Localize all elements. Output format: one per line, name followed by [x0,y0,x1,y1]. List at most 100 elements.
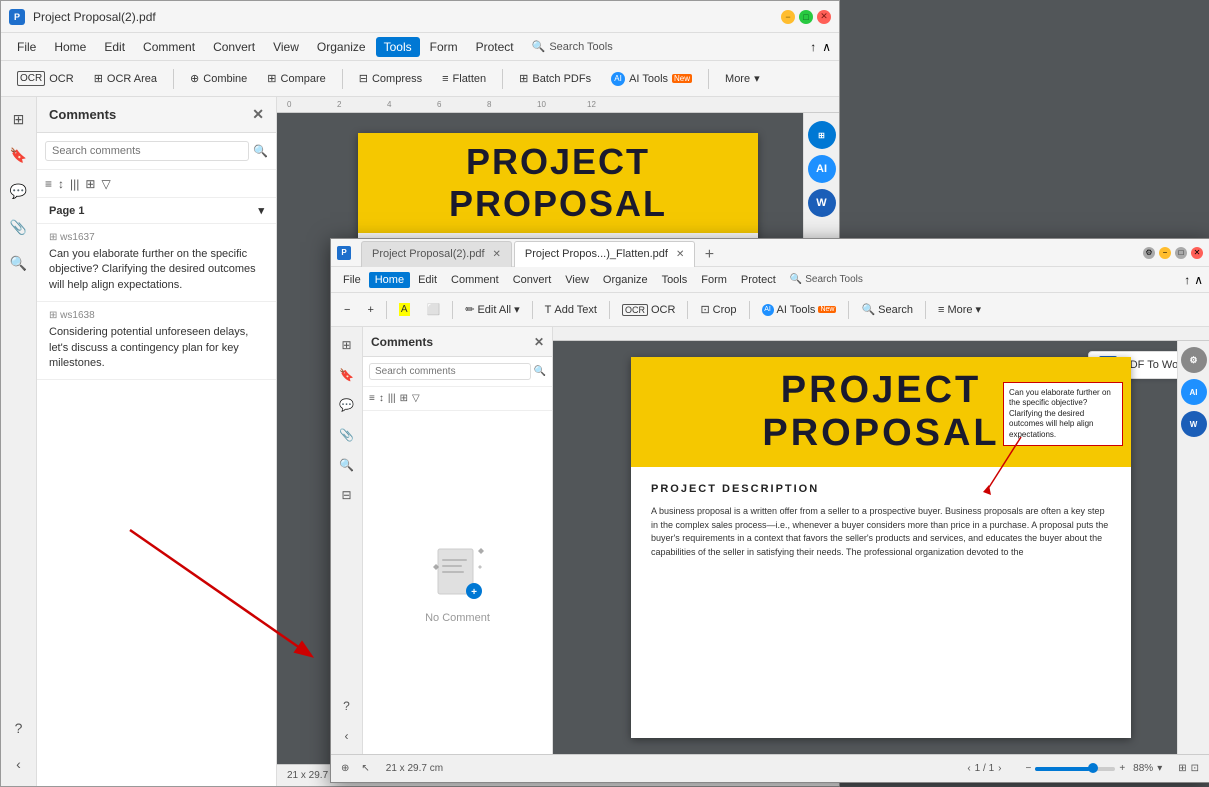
menu-edit[interactable]: Edit [96,37,133,57]
front-comments-close[interactable]: ✕ [534,335,544,349]
highlight-button[interactable]: A [392,301,417,318]
chevron-up-icon[interactable]: ∧ [822,40,831,54]
prev-page-button[interactable]: ‹ [967,763,970,774]
comments-close-button[interactable]: ✕ [252,106,264,123]
front-sidebar-thumb[interactable]: ⊞ [335,333,359,357]
menu-form[interactable]: Form [422,37,466,57]
maximize-button[interactable]: □ [799,10,813,24]
menu-organize[interactable]: Organize [309,37,374,57]
front-menu-file[interactable]: File [337,272,367,288]
zoom-decrease-button[interactable]: − [1025,763,1031,774]
minimize-button[interactable]: − [781,10,795,24]
front-tab-2-close[interactable]: ✕ [676,249,684,260]
front-search-comments-icon[interactable]: 🔍 [534,366,546,377]
front-chevron-up-icon[interactable]: ∧ [1194,273,1203,287]
front-menu-protect[interactable]: Protect [735,272,782,288]
front-menu-tools[interactable]: Tools [656,272,694,288]
back-ai-icon[interactable]: AI [808,155,836,183]
front-ocr-button[interactable]: OCR OCR [615,302,682,318]
sidebar-thumbnail-icon[interactable]: ⊞ [5,105,33,133]
ocr-button[interactable]: OCR OCR [9,68,82,89]
front-sort-icon[interactable]: ≡ [369,393,375,404]
shape-button[interactable]: ⬜ [420,301,448,318]
front-settings-icon[interactable]: ⚙ [1143,247,1155,259]
front-sidebar-bookmark[interactable]: 🔖 [335,363,359,387]
close-button[interactable]: ✕ [817,10,831,24]
back-ms-icon[interactable]: W [808,189,836,217]
front-menu-edit[interactable]: Edit [412,272,443,288]
front-more-button[interactable]: ≡ More ▾ [931,301,988,318]
compare-button[interactable]: ⊞ Compare [259,69,333,88]
tab-add-button[interactable]: + [697,243,721,267]
filter-icon[interactable]: ▽ [101,177,110,191]
front-tab-2[interactable]: Project Propos...)_Flatten.pdf ✕ [514,241,695,267]
front-menu-comment[interactable]: Comment [445,272,505,288]
zoom-slider[interactable] [1035,767,1115,771]
front-crop-button[interactable]: ⊡ Crop [693,301,743,318]
front-right-word-icon[interactable]: W [1181,411,1207,437]
flatten-button[interactable]: ≡ Flatten [434,70,494,88]
more-button[interactable]: More ▾ [717,69,768,88]
front-sidebar-help[interactable]: ? [335,694,359,718]
menu-comment[interactable]: Comment [135,37,203,57]
expand-icon[interactable]: ⊞ [85,177,95,191]
front-menu-form[interactable]: Form [695,272,733,288]
comments-search-input[interactable] [45,141,249,161]
front-upload-icon[interactable]: ↑ [1184,273,1190,287]
fit-page-button[interactable]: ⊞ [1178,763,1186,774]
sidebar-nav-left-icon[interactable]: ‹ [5,750,33,778]
back-right-icon-1[interactable]: ⊞ [808,121,836,149]
front-expand-icon[interactable]: ⊞ [400,393,408,404]
comments-search-icon[interactable]: 🔍 [253,144,268,158]
zoom-dropdown[interactable]: ▾ [1157,763,1162,774]
front-menu-view[interactable]: View [559,272,595,288]
front-ai-tools-button[interactable]: AI AI Tools New [755,302,844,318]
front-sort-az-icon[interactable]: ↕ [379,393,384,404]
edit-all-button[interactable]: ✏ Edit All ▾ [458,301,526,318]
menu-file[interactable]: File [9,37,44,57]
front-restore-button[interactable]: □ [1175,247,1187,259]
front-right-ai-icon[interactable]: AI [1181,379,1207,405]
sidebar-bookmark-icon[interactable]: 🔖 [5,141,33,169]
front-close-button[interactable]: ✕ [1191,247,1203,259]
sidebar-help-icon[interactable]: ? [5,714,33,742]
front-menu-convert[interactable]: Convert [507,272,558,288]
sort-icon[interactable]: ≡ [45,177,52,191]
front-tab-1[interactable]: Project Proposal(2).pdf ✕ [361,241,512,267]
front-right-settings-icon[interactable]: ⚙ [1181,347,1207,373]
menu-tools[interactable]: Tools [376,37,420,57]
front-view-mode-icon[interactable]: ||| [388,393,396,404]
next-page-button[interactable]: › [998,763,1001,774]
ai-tools-button[interactable]: AI AI Tools New [603,69,700,89]
sidebar-search-icon[interactable]: 🔍 [5,249,33,277]
upload-icon[interactable]: ↑ [810,40,816,54]
search-tools-btn[interactable]: 🔍 Search Tools [532,40,613,53]
front-sidebar-nav[interactable]: ‹ [335,724,359,748]
front-search-tools[interactable]: 🔍 Search Tools [790,274,863,285]
front-search-button[interactable]: 🔍 Search [854,301,920,318]
menu-convert[interactable]: Convert [205,37,263,57]
menu-protect[interactable]: Protect [468,37,522,57]
compress-button[interactable]: ⊟ Compress [351,69,430,88]
combine-button[interactable]: ⊕ Combine [182,69,255,88]
zoom-out-button[interactable]: − [337,302,357,318]
front-minimize-button[interactable]: − [1159,247,1171,259]
add-text-button[interactable]: T Add Text [538,302,604,318]
zoom-thumb[interactable] [1088,763,1098,773]
front-filter-icon[interactable]: ▽ [412,393,420,404]
front-sidebar-layers[interactable]: ⊟ [335,483,359,507]
ocr-area-button[interactable]: ⊞ OCR Area [86,69,165,88]
sidebar-comment-icon[interactable]: 💬 [5,177,33,205]
front-tab-1-close[interactable]: ✕ [493,249,501,260]
menu-home[interactable]: Home [46,37,94,57]
front-sidebar-attach[interactable]: 📎 [335,423,359,447]
sidebar-attachment-icon[interactable]: 📎 [5,213,33,241]
page-expand-icon[interactable]: ▾ [258,204,264,217]
filter-az-icon[interactable]: ↕ [58,177,64,191]
view-icon[interactable]: ||| [70,177,79,191]
batch-pdfs-button[interactable]: ⊞ Batch PDFs [511,69,599,88]
zoom-increase-button[interactable]: + [1119,763,1125,774]
front-sidebar-search[interactable]: 🔍 [335,453,359,477]
menu-view[interactable]: View [265,37,307,57]
front-menu-home[interactable]: Home [369,272,410,288]
